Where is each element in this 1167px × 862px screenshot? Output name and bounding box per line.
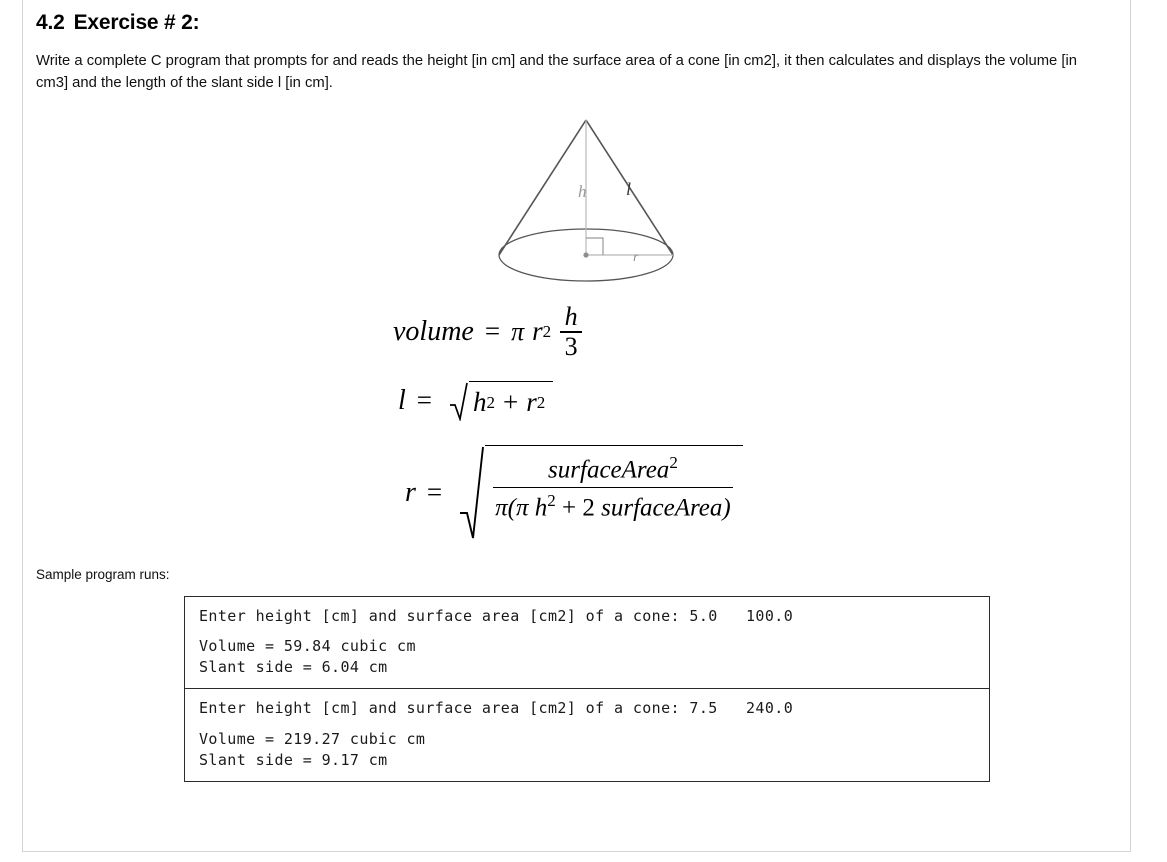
formula-list: volume = π r2 h 3 l = h 2 + r 2 r = surf… [23,287,1130,541]
sample-run-2: Enter height [cm] and surface area [cm2]… [185,688,989,781]
formula-radius: r = surfaceArea2 π(π h2 + 2 surfaceArea) [405,444,1130,541]
formula-volume-equals: = [484,316,501,347]
sample-run-1-prompt: Enter height [cm] and surface area [cm2]… [199,606,794,625]
formula-radius-equals: = [426,477,443,508]
exercise-number: 4.2 [36,11,65,34]
formula-radius-denominator: π(π h2 + 2 surfaceArea) [493,488,733,525]
sample-run-2-volume: Volume = 219.27 cubic cm [199,729,426,748]
formula-slant-h: h [473,387,487,418]
formula-radius-den-surface: surfaceArea [601,494,723,522]
formula-radius-numerator: surfaceArea2 [546,450,680,487]
formula-radius-den-close: ) [722,494,731,522]
sample-run-2-slant: Slant side = 9.17 cm [199,751,388,770]
cone-figure: h l r [481,107,691,287]
svg-text:r: r [633,250,639,265]
formula-volume-radius-exponent: 2 [542,321,552,341]
sample-run-2-prompt: Enter height [cm] and surface area [cm2]… [199,699,794,718]
formula-slant-h-exponent: 2 [486,392,496,412]
exercise-description: Write a complete C program that prompts … [36,53,1077,92]
svg-text:l: l [626,179,631,199]
formula-volume: volume = π r2 h 3 [393,303,1130,361]
formula-radius-sqrt: surfaceArea2 π(π h2 + 2 surfaceArea) [459,444,743,541]
sqrt-radical-large-icon [459,445,485,541]
formula-volume-fraction-denominator: 3 [564,331,578,361]
formula-radius-lhs: r [405,476,416,508]
exercise-title-text: Exercise # 2: [73,11,200,34]
sample-run-1-slant: Slant side = 6.04 cm [199,658,388,677]
svg-text:h: h [578,182,587,201]
sample-runs-label: Sample program runs: [36,566,170,582]
formula-slant-radicand: h2 + r2 [469,380,554,421]
sample-run-1-volume: Volume = 59.84 cubic cm [199,636,416,655]
formula-volume-lhs: volume [393,315,474,347]
formula-slant-r: r [526,387,537,418]
formula-radius-den-h-exponent: 2 [547,491,556,511]
formula-slant-equals: = [416,385,433,416]
formula-radius-den-plus: + [562,494,577,522]
formula-slant: l = h2 + r2 [398,380,1130,421]
page-bottom-rule [22,851,1131,852]
page-right-rule [1130,0,1131,851]
formula-slant-sqrt: h2 + r2 [449,380,554,421]
formula-radius-radicand: surfaceArea2 π(π h2 + 2 surfaceArea) [485,444,743,541]
cone-diagram-icon: h l r [498,119,674,282]
document-page: 4.2 Exercise # 2: Write a complete C prog… [0,0,1167,862]
sample-output-box: Enter height [cm] and surface area [cm2]… [184,595,990,783]
formula-radius-den-pi-outer: π( [495,494,516,522]
formula-volume-radius: r [532,316,543,347]
sqrt-radical-icon [449,381,469,421]
formula-radius-den-h: h [534,494,548,522]
formula-radius-den-two: 2 [582,494,595,522]
formula-volume-fraction-numerator: h [564,301,578,331]
formula-slant-r-exponent: 2 [536,392,546,412]
formula-slant-lhs: l [398,384,406,416]
formula-volume-fraction: h 3 [560,301,583,361]
console-container: Enter height [cm] and surface area [cm2]… [23,582,1130,783]
document-content: 4.2 Exercise # 2: Write a complete C prog… [23,0,1130,851]
formula-slant-plus: + [503,387,519,418]
cone-figure-container: h l r [23,95,1130,287]
formula-radius-numerator-exponent: 2 [669,452,678,472]
formula-radius-numerator-text: surfaceArea [548,455,670,483]
formula-radius-den-pi-inner: π [516,494,529,522]
formula-volume-pi: π [511,316,525,346]
sample-run-1: Enter height [cm] and surface area [cm2]… [185,597,989,689]
page-title: 4.2 Exercise # 2: [23,0,1130,35]
